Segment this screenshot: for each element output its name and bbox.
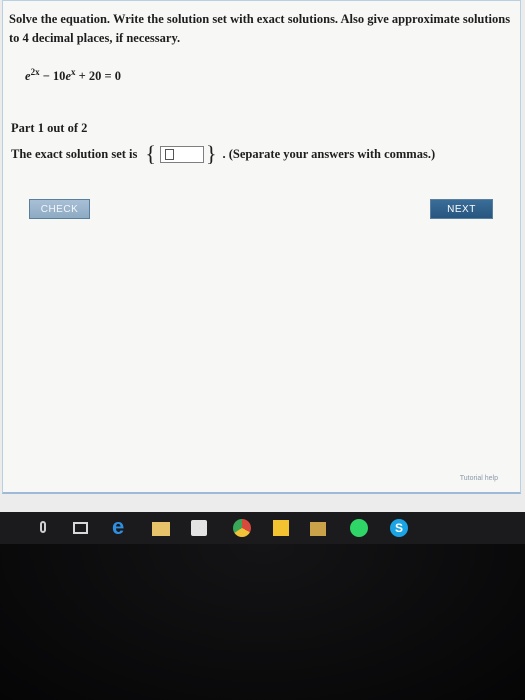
part-label: Part 1 out of 2 [11, 121, 88, 135]
spotify-icon[interactable] [350, 519, 368, 537]
separate-hint: . (Separate your answers with commas.) [222, 146, 436, 161]
folder-icon[interactable] [310, 522, 326, 536]
equation-end: + 20 = 0 [75, 69, 121, 84]
solution-prefix: The exact solution set is [11, 146, 138, 161]
equation-middle: − 10 [39, 69, 66, 84]
check-button[interactable]: CHECK [29, 199, 90, 219]
solution-input[interactable] [159, 145, 204, 163]
input-cursor-box [164, 148, 174, 160]
file-explorer-icon[interactable] [152, 522, 170, 536]
problem-panel: Solve the equation. Write the solution s… [2, 0, 521, 494]
skype-icon[interactable]: S [390, 519, 408, 537]
microphone-icon[interactable] [40, 521, 46, 533]
open-brace: { [145, 141, 156, 166]
laptop-bezel [0, 544, 525, 700]
close-brace: } [205, 141, 217, 166]
tutorial-help-link[interactable]: Tutorial help [460, 475, 498, 482]
problem-instructions: Solve the equation. Write the solution s… [9, 12, 511, 45]
chrome-icon[interactable] [233, 519, 251, 537]
windows-taskbar: e S [0, 512, 525, 544]
sticky-notes-icon[interactable] [273, 520, 289, 536]
next-button[interactable]: NEXT [430, 199, 493, 219]
edge-icon[interactable]: e [112, 516, 124, 538]
solution-row: The exact solution set is { } . (Separat… [11, 142, 435, 166]
browser-content: Solve the equation. Write the solution s… [0, 0, 525, 512]
store-icon[interactable] [191, 520, 207, 536]
task-view-icon[interactable] [73, 522, 88, 534]
equation-exponent-1: 2x [30, 67, 40, 77]
equation: e2x − 10ex + 20 = 0 [25, 67, 121, 84]
